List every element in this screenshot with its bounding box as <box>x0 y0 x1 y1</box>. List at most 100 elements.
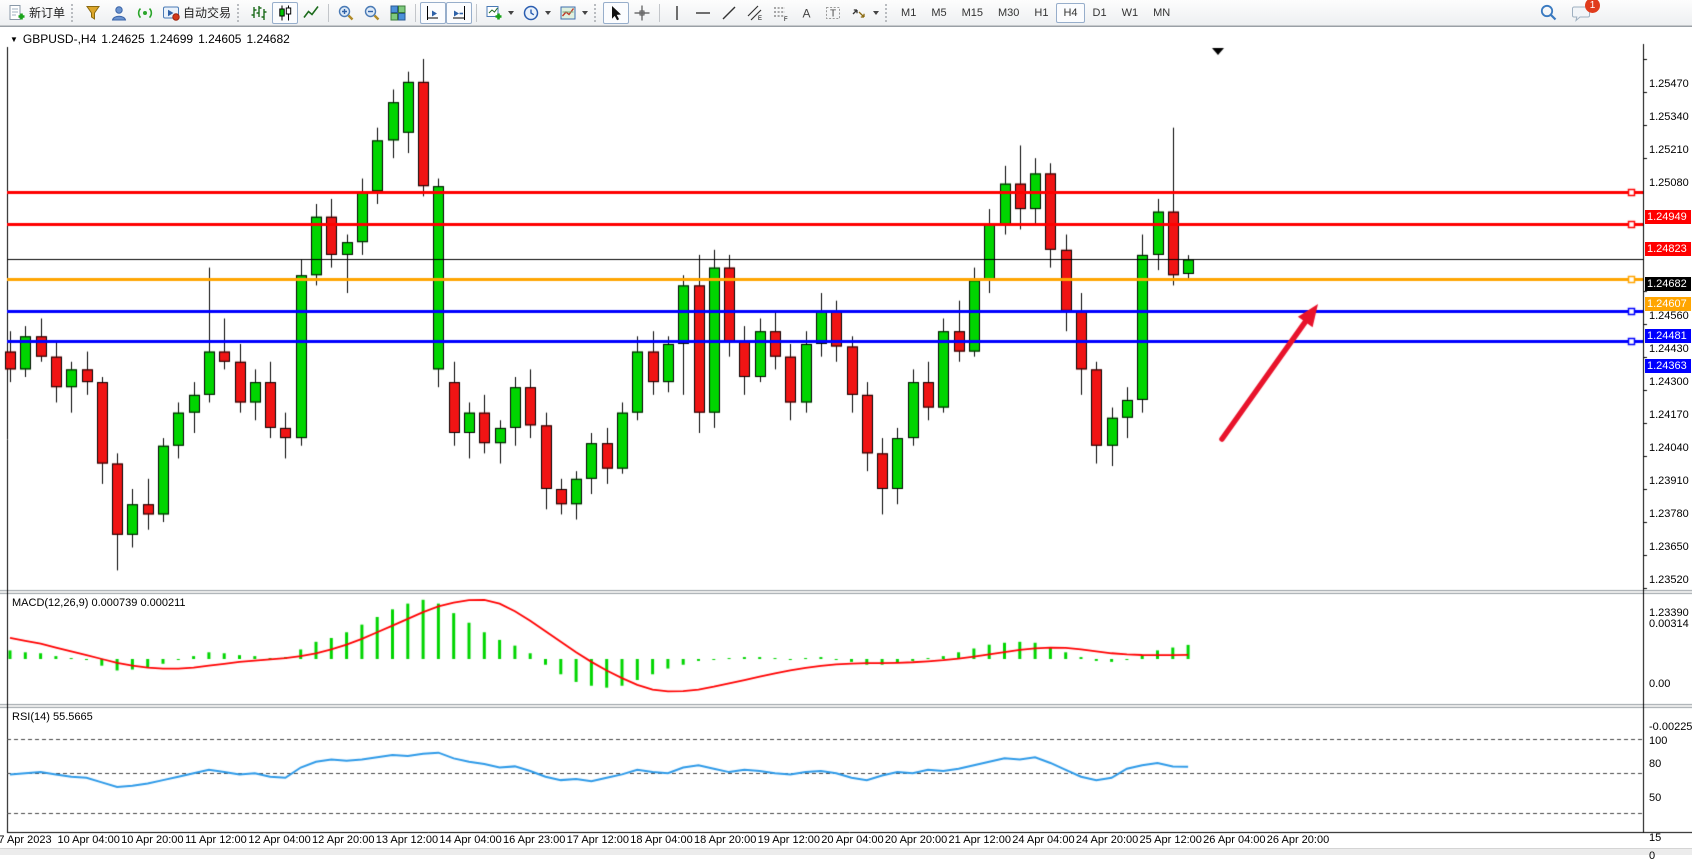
rsi-axis-label: 15 <box>1649 832 1661 844</box>
date-tick-label: 24 Apr 04:00 <box>1012 834 1074 846</box>
rsi-axis-label: 100 <box>1649 735 1667 747</box>
vertical-line-icon <box>668 4 686 22</box>
date-tick-label: 17 Apr 12:00 <box>567 834 629 846</box>
templates-button[interactable] <box>555 2 592 24</box>
candlestick-chart-icon <box>276 4 294 22</box>
macd-axis-label: 0.00314 <box>1649 618 1689 630</box>
timeframe-h1-button[interactable]: H1 <box>1027 3 1055 23</box>
svg-text:A: A <box>803 6 811 20</box>
date-tick-label: 20 Apr 20:00 <box>885 834 947 846</box>
arrows-tool-button[interactable] <box>846 2 883 24</box>
rsi-axis-label: 50 <box>1649 792 1661 804</box>
toolbar-separator <box>415 4 416 22</box>
price-tick-label: 1.23780 <box>1649 508 1689 520</box>
profile-icon <box>110 4 128 22</box>
chart-open-value: 1.24625 <box>101 32 144 46</box>
horizontal-line-icon <box>694 4 712 22</box>
channel-tool-button[interactable]: E <box>742 2 768 24</box>
date-tick-label: 7 Apr 2023 <box>0 834 52 846</box>
profile-button[interactable] <box>106 2 132 24</box>
text-tool-icon: A <box>798 4 816 22</box>
price-tick-label: 1.24040 <box>1649 442 1689 454</box>
timeframe-m5-button[interactable]: M5 <box>924 3 953 23</box>
timeframe-m1-button[interactable]: M1 <box>894 3 923 23</box>
tile-windows-icon <box>389 4 407 22</box>
periods-button[interactable] <box>518 2 555 24</box>
autotrade-button[interactable]: 自动交易 <box>158 2 235 24</box>
styler-button[interactable] <box>80 2 106 24</box>
toolbar-separator <box>594 4 599 22</box>
rsi-indicator-label: RSI(14) 55.5665 <box>12 711 93 723</box>
date-tick-label: 26 Apr 20:00 <box>1267 834 1329 846</box>
dropdown-caret-icon <box>508 11 514 15</box>
autotrade-icon <box>162 4 180 22</box>
zoom-in-button[interactable] <box>333 2 359 24</box>
trendline-tool-button[interactable] <box>716 2 742 24</box>
timeframe-group: M1M5M15M30H1H4D1W1MN <box>894 3 1177 23</box>
date-tick-label: 12 Apr 20:00 <box>312 834 374 846</box>
crosshair-button[interactable] <box>629 2 655 24</box>
date-tick-label: 12 Apr 04:00 <box>248 834 310 846</box>
timeframe-h4-button[interactable]: H4 <box>1056 3 1084 23</box>
auto-scroll-icon <box>450 4 468 22</box>
search-icon[interactable] <box>1539 3 1558 22</box>
chart-shift-icon <box>424 4 442 22</box>
timeframe-m30-button[interactable]: M30 <box>991 3 1026 23</box>
cursor-button[interactable] <box>603 2 629 24</box>
chart-low-value: 1.24605 <box>198 32 241 46</box>
line-chart-icon <box>302 4 320 22</box>
new-order-button[interactable]: 新订单 <box>4 2 69 24</box>
price-tick-label: 1.23910 <box>1649 475 1689 487</box>
toolbar-separator <box>476 4 477 22</box>
timeframe-m15-button[interactable]: M15 <box>955 3 990 23</box>
timeframe-mn-button[interactable]: MN <box>1146 3 1177 23</box>
template-icon <box>559 4 577 22</box>
zoom-in-icon <box>337 4 355 22</box>
horizontal-line-tool-button[interactable] <box>690 2 716 24</box>
notification-badge: 1 <box>1585 0 1600 13</box>
line-chart-button[interactable] <box>298 2 324 24</box>
signal-icon <box>136 4 154 22</box>
window-menu-icon[interactable]: ▼ <box>10 35 18 44</box>
date-tick-label: 20 Apr 04:00 <box>821 834 883 846</box>
main-toolbar: 新订单 自动交易 <box>0 0 1692 26</box>
label-tool-icon: T <box>824 4 842 22</box>
tile-windows-button[interactable] <box>385 2 411 24</box>
price-tick-label: 1.24430 <box>1649 343 1689 355</box>
candlestick-chart-button[interactable] <box>272 2 298 24</box>
funnel-icon <box>84 4 102 22</box>
auto-scroll-button[interactable] <box>446 2 472 24</box>
toolbar-separator <box>237 4 242 22</box>
date-tick-label: 10 Apr 04:00 <box>57 834 119 846</box>
new-chart-button[interactable] <box>481 2 518 24</box>
rsi-axis-label: 0 <box>1649 850 1655 862</box>
vertical-line-tool-button[interactable] <box>664 2 690 24</box>
timeframe-d1-button[interactable]: D1 <box>1086 3 1114 23</box>
price-tick-label: 1.24560 <box>1649 310 1689 322</box>
price-line-label: 1.24823 <box>1645 242 1691 256</box>
rsi-axis-label: 80 <box>1649 758 1661 770</box>
price-tick-label: 1.24300 <box>1649 376 1689 388</box>
timeframe-w1-button[interactable]: W1 <box>1115 3 1146 23</box>
toolbar-separator <box>71 4 76 22</box>
signal-button[interactable] <box>132 2 158 24</box>
chat-button[interactable]: 1 <box>1572 4 1592 22</box>
bar-chart-button[interactable] <box>246 2 272 24</box>
price-tick-label: 1.23650 <box>1649 541 1689 553</box>
label-tool-button[interactable]: T <box>820 2 846 24</box>
zoom-out-button[interactable] <box>359 2 385 24</box>
macd-axis-label: 0.00 <box>1649 678 1670 690</box>
date-tick-label: 26 Apr 04:00 <box>1203 834 1265 846</box>
chart-shift-button[interactable] <box>420 2 446 24</box>
date-tick-label: 16 Apr 23:00 <box>503 834 565 846</box>
text-tool-button[interactable]: A <box>794 2 820 24</box>
new-order-icon <box>8 4 26 22</box>
toolbar-separator <box>659 4 660 22</box>
toolbar-separator <box>328 4 329 22</box>
date-tick-label: 10 Apr 20:00 <box>121 834 183 846</box>
fibonacci-tool-button[interactable]: F <box>768 2 794 24</box>
date-tick-label: 19 Apr 12:00 <box>758 834 820 846</box>
bar-chart-icon <box>250 4 268 22</box>
date-tick-label: 25 Apr 12:00 <box>1139 834 1201 846</box>
chart-canvas[interactable] <box>0 27 1692 855</box>
